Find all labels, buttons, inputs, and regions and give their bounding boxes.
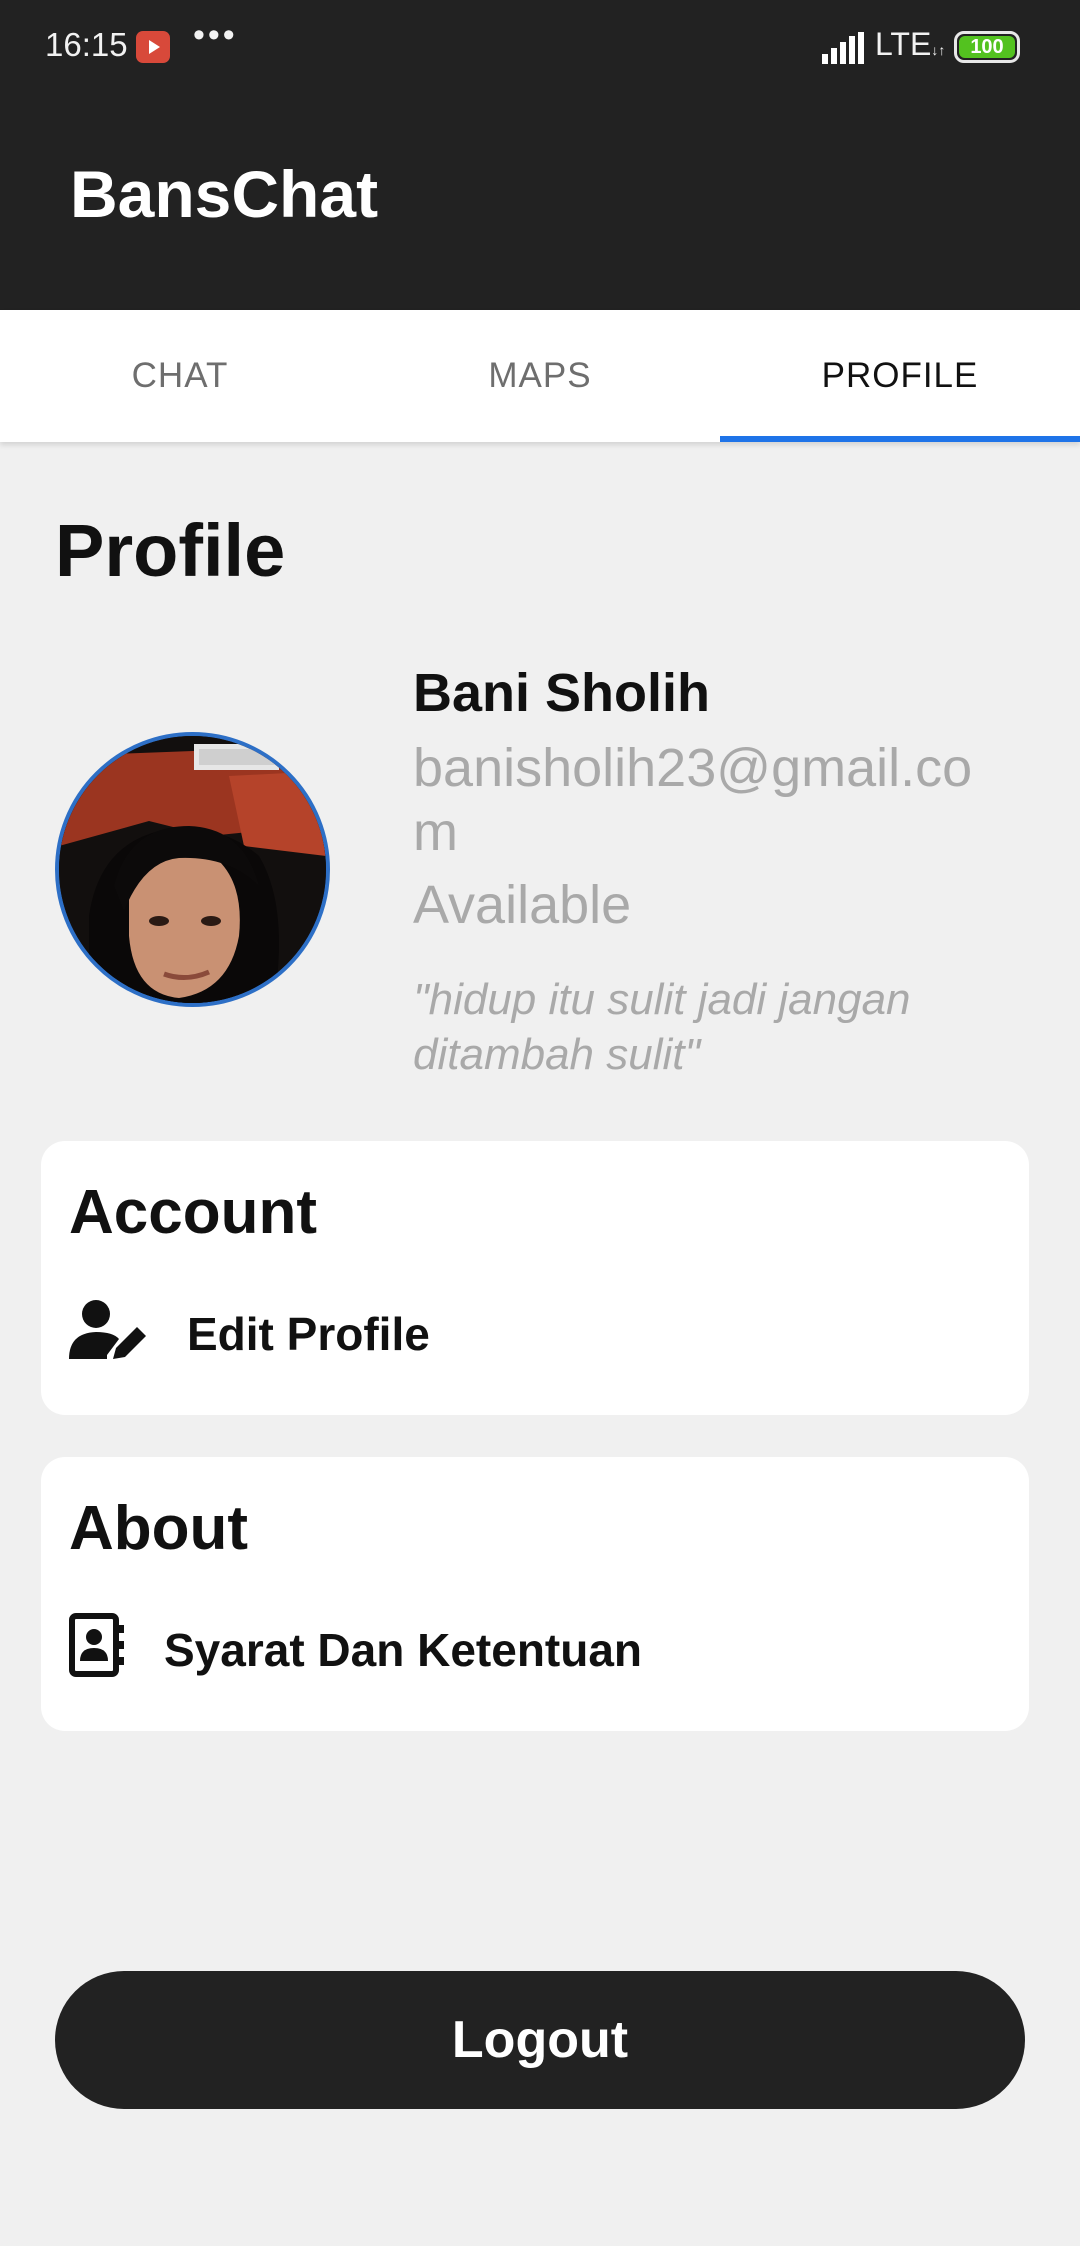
battery-level: 100 [959, 36, 1015, 58]
edit-profile-label: Edit Profile [187, 1308, 430, 1360]
account-card-title: Account [69, 1178, 317, 1247]
avatar[interactable] [55, 732, 330, 1007]
app-title: BansChat [70, 157, 379, 231]
account-card: Account Edit Profile [41, 1141, 1029, 1415]
edit-profile-item[interactable]: Edit Profile [69, 1289, 999, 1369]
profile-name: Bani Sholih [413, 663, 710, 723]
terms-item[interactable]: Syarat Dan Ketentuan [69, 1605, 999, 1685]
app-bar: BansChat [0, 96, 1080, 310]
tab-chat[interactable]: CHAT [0, 310, 360, 442]
terms-label: Syarat Dan Ketentuan [164, 1624, 643, 1676]
battery-icon: 100 [954, 31, 1020, 63]
signal-icon [822, 32, 864, 64]
page-title: Profile [55, 509, 286, 592]
profile-email: banisholih23@gmail.com [413, 738, 973, 862]
network-indicator: LTE↓↑ [875, 26, 946, 62]
logout-button[interactable]: Logout [55, 1971, 1025, 2109]
tab-profile[interactable]: PROFILE [720, 310, 1080, 442]
status-bar: 16:15 ••• LTE↓↑ 100 [0, 0, 1080, 96]
more-dots-icon: ••• [193, 16, 238, 54]
user-edit-icon [69, 1300, 146, 1359]
network-label: LTE [875, 26, 932, 62]
status-time: 16:15 [45, 26, 128, 63]
profile-quote: "hidup itu sulit jadi jangan ditambah su… [413, 975, 911, 1079]
tab-indicator [720, 436, 1080, 442]
about-card: About Syarat Dan Ketentuan [41, 1457, 1029, 1731]
contact-book-icon [69, 1613, 124, 1677]
tab-maps[interactable]: MAPS [360, 310, 720, 442]
avatar-photo [59, 736, 326, 1003]
tab-bar: CHAT MAPS PROFILE [0, 310, 1080, 442]
youtube-icon [136, 31, 170, 63]
profile-status: Available [413, 875, 632, 935]
about-card-title: About [69, 1494, 249, 1563]
